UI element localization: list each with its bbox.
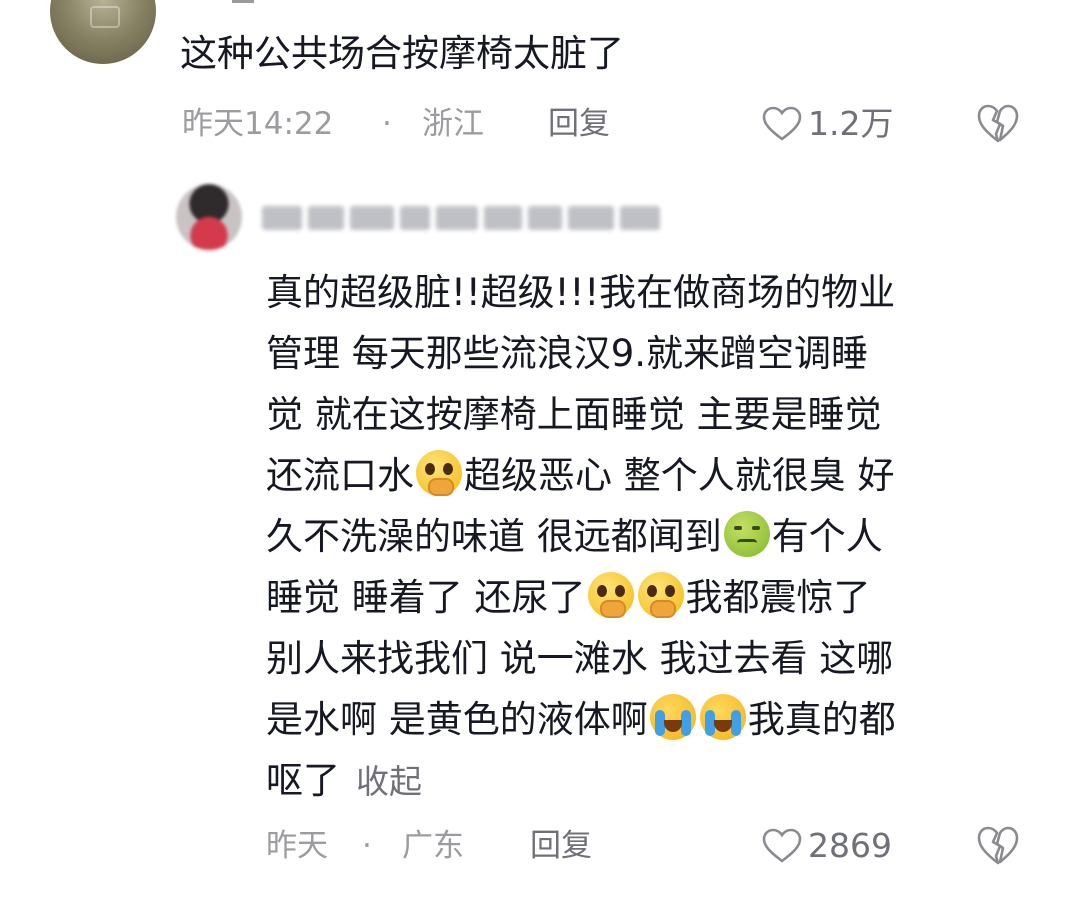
reply-time: 昨天: [266, 828, 328, 864]
comment-meta: 昨天14:22 · 浙江 回复: [182, 104, 642, 144]
like-button[interactable]: 2869: [762, 826, 892, 866]
reply-username[interactable]: [262, 200, 662, 236]
reply-line: 管理 每天那些流浪汉9.就来蹭空调睡: [266, 332, 869, 375]
reply-line: 真的超级脏!!超级!!!我在做商场的物业: [266, 271, 896, 314]
comment-location: 浙江: [422, 106, 484, 142]
reply-button[interactable]: 回复: [548, 104, 610, 144]
broken-heart-icon[interactable]: [976, 826, 1020, 866]
like-count: 1.2万: [808, 104, 894, 143]
meta-separator: ·: [382, 106, 392, 142]
commenter-avatar[interactable]: [50, 0, 156, 64]
reply-text: 真的超级脏!!超级!!!我在做商场的物业 管理 每天那些流浪汉9.就来蹭空调睡 …: [266, 262, 1036, 811]
like-button[interactable]: 1.2万: [762, 104, 893, 144]
reply-line: 呕了 收起: [266, 759, 422, 802]
reply-line: 久不洗澡的味道 很远都闻到 有个人: [266, 506, 1036, 567]
collapse-button[interactable]: 收起: [356, 762, 422, 801]
pleading-face-emoji: [416, 450, 462, 496]
reply-line: 睡觉 睡着了 还尿了 我都震惊了: [266, 567, 1036, 628]
loudly-crying-face-emoji: [649, 694, 696, 740]
reply-line: 是水啊 是黄色的液体啊 我真的都: [266, 689, 1036, 750]
reply-location: 广东: [402, 828, 464, 864]
meta-separator: ·: [362, 828, 372, 864]
like-count: 2869: [808, 826, 892, 865]
heart-outline-icon: [762, 828, 802, 863]
nauseated-face-emoji: [723, 511, 770, 557]
loudly-crying-face-emoji: [699, 694, 746, 740]
comment-time: 昨天14:22: [182, 106, 334, 142]
heart-outline-icon: [762, 106, 802, 141]
pleading-face-emoji: [637, 572, 684, 618]
reply-meta: 昨天 · 广东 回复: [266, 826, 626, 866]
commenter-username[interactable]: [232, 0, 254, 3]
broken-heart-icon[interactable]: [976, 104, 1020, 144]
pleading-face-emoji: [587, 572, 634, 618]
comment-text: 这种公共场合按摩椅太脏了: [180, 32, 624, 75]
reply-button[interactable]: 回复: [530, 826, 592, 866]
reply-line: 还流口水 超级恶心 整个人就很臭 好: [266, 445, 1036, 506]
reply-line: 别人来找我们 说一滩水 我过去看 这哪: [266, 637, 894, 680]
reply-line: 觉 就在这按摩椅上面睡觉 主要是睡觉: [266, 393, 882, 436]
reply-avatar[interactable]: [176, 184, 242, 250]
